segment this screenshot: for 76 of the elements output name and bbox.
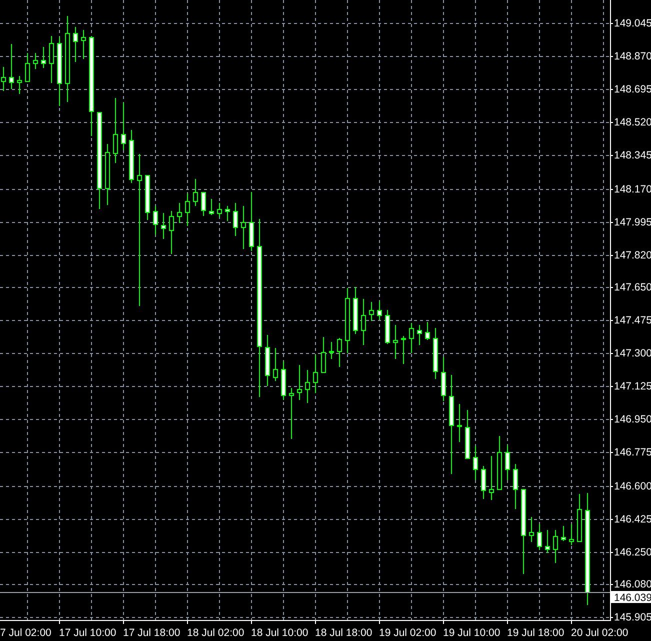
candlestick bbox=[369, 302, 374, 322]
time-label: 19 Jul 10:00 bbox=[443, 627, 500, 639]
candlestick bbox=[345, 288, 350, 354]
candlestick bbox=[113, 98, 118, 164]
candlestick bbox=[265, 334, 270, 386]
candlestick bbox=[177, 202, 182, 224]
candlestick bbox=[513, 464, 518, 510]
candlestick bbox=[273, 348, 278, 382]
candlestick bbox=[441, 356, 446, 402]
candlestick bbox=[33, 52, 38, 70]
candlestick bbox=[425, 322, 430, 340]
candlestick bbox=[313, 354, 318, 394]
candlestick bbox=[57, 36, 62, 106]
candlestick bbox=[73, 26, 78, 62]
candlestick bbox=[545, 530, 550, 554]
candlestick bbox=[409, 322, 414, 354]
candlestick bbox=[377, 300, 382, 320]
candlestick bbox=[329, 342, 334, 360]
time-label: 7 Jul 02:00 bbox=[0, 627, 52, 639]
time-label: 17 Jul 10:00 bbox=[59, 627, 116, 639]
candlestick bbox=[49, 36, 54, 84]
candlestick bbox=[9, 44, 14, 90]
candlestick bbox=[25, 52, 30, 82]
candlestick bbox=[145, 174, 150, 220]
candlestick bbox=[169, 210, 174, 254]
candlestick bbox=[505, 444, 510, 480]
candlestick bbox=[529, 516, 534, 542]
candlestick bbox=[553, 530, 558, 564]
candlestick bbox=[393, 324, 398, 360]
candlestick bbox=[289, 388, 294, 440]
candlestick bbox=[337, 338, 342, 368]
time-label: 20 Jul 02:00 bbox=[571, 627, 628, 639]
candlestick bbox=[353, 286, 358, 334]
candlestick bbox=[121, 102, 126, 150]
candlestick bbox=[1, 66, 6, 92]
candlestick bbox=[577, 494, 582, 542]
candlestick bbox=[569, 524, 574, 546]
time-label: 18 Jul 10:00 bbox=[251, 627, 308, 639]
candlestick bbox=[473, 446, 478, 480]
candlestick bbox=[201, 192, 206, 216]
candlestick bbox=[561, 526, 566, 542]
candlestick bbox=[465, 410, 470, 460]
time-label: 19 Jul 18:00 bbox=[507, 627, 564, 639]
candlestick bbox=[105, 144, 110, 206]
candlestick bbox=[385, 310, 390, 344]
candlestick bbox=[457, 404, 462, 442]
candlestick bbox=[417, 324, 422, 346]
candlestick bbox=[81, 30, 86, 60]
candlestick bbox=[537, 524, 542, 550]
candlestick bbox=[161, 212, 166, 240]
candlestick bbox=[281, 360, 286, 400]
candlestick bbox=[489, 456, 494, 500]
candlestick bbox=[41, 46, 46, 68]
candlestick bbox=[153, 206, 158, 236]
time-label: 19 Jul 02:00 bbox=[379, 627, 436, 639]
candlestick bbox=[305, 370, 310, 404]
candlestick bbox=[225, 206, 230, 222]
time-label: 17 Jul 18:00 bbox=[123, 627, 180, 639]
candlestick bbox=[129, 130, 134, 184]
candlestick bbox=[209, 198, 214, 216]
candlestick bbox=[497, 436, 502, 490]
candlestick bbox=[321, 336, 326, 374]
candlestick bbox=[361, 298, 366, 346]
candlestick bbox=[217, 202, 222, 218]
time-label: 18 Jul 02:00 bbox=[187, 627, 244, 639]
candlestick bbox=[297, 364, 302, 400]
candlestick bbox=[185, 192, 190, 226]
candlestick bbox=[193, 178, 198, 206]
candlestick bbox=[233, 202, 238, 236]
candlestick bbox=[249, 192, 254, 252]
candlestick bbox=[433, 328, 438, 380]
candlestick bbox=[481, 466, 486, 500]
candlestick bbox=[401, 336, 406, 364]
candlestick bbox=[17, 76, 22, 94]
candlestick bbox=[241, 206, 246, 250]
time-label: 18 Jul 18:00 bbox=[315, 627, 372, 639]
